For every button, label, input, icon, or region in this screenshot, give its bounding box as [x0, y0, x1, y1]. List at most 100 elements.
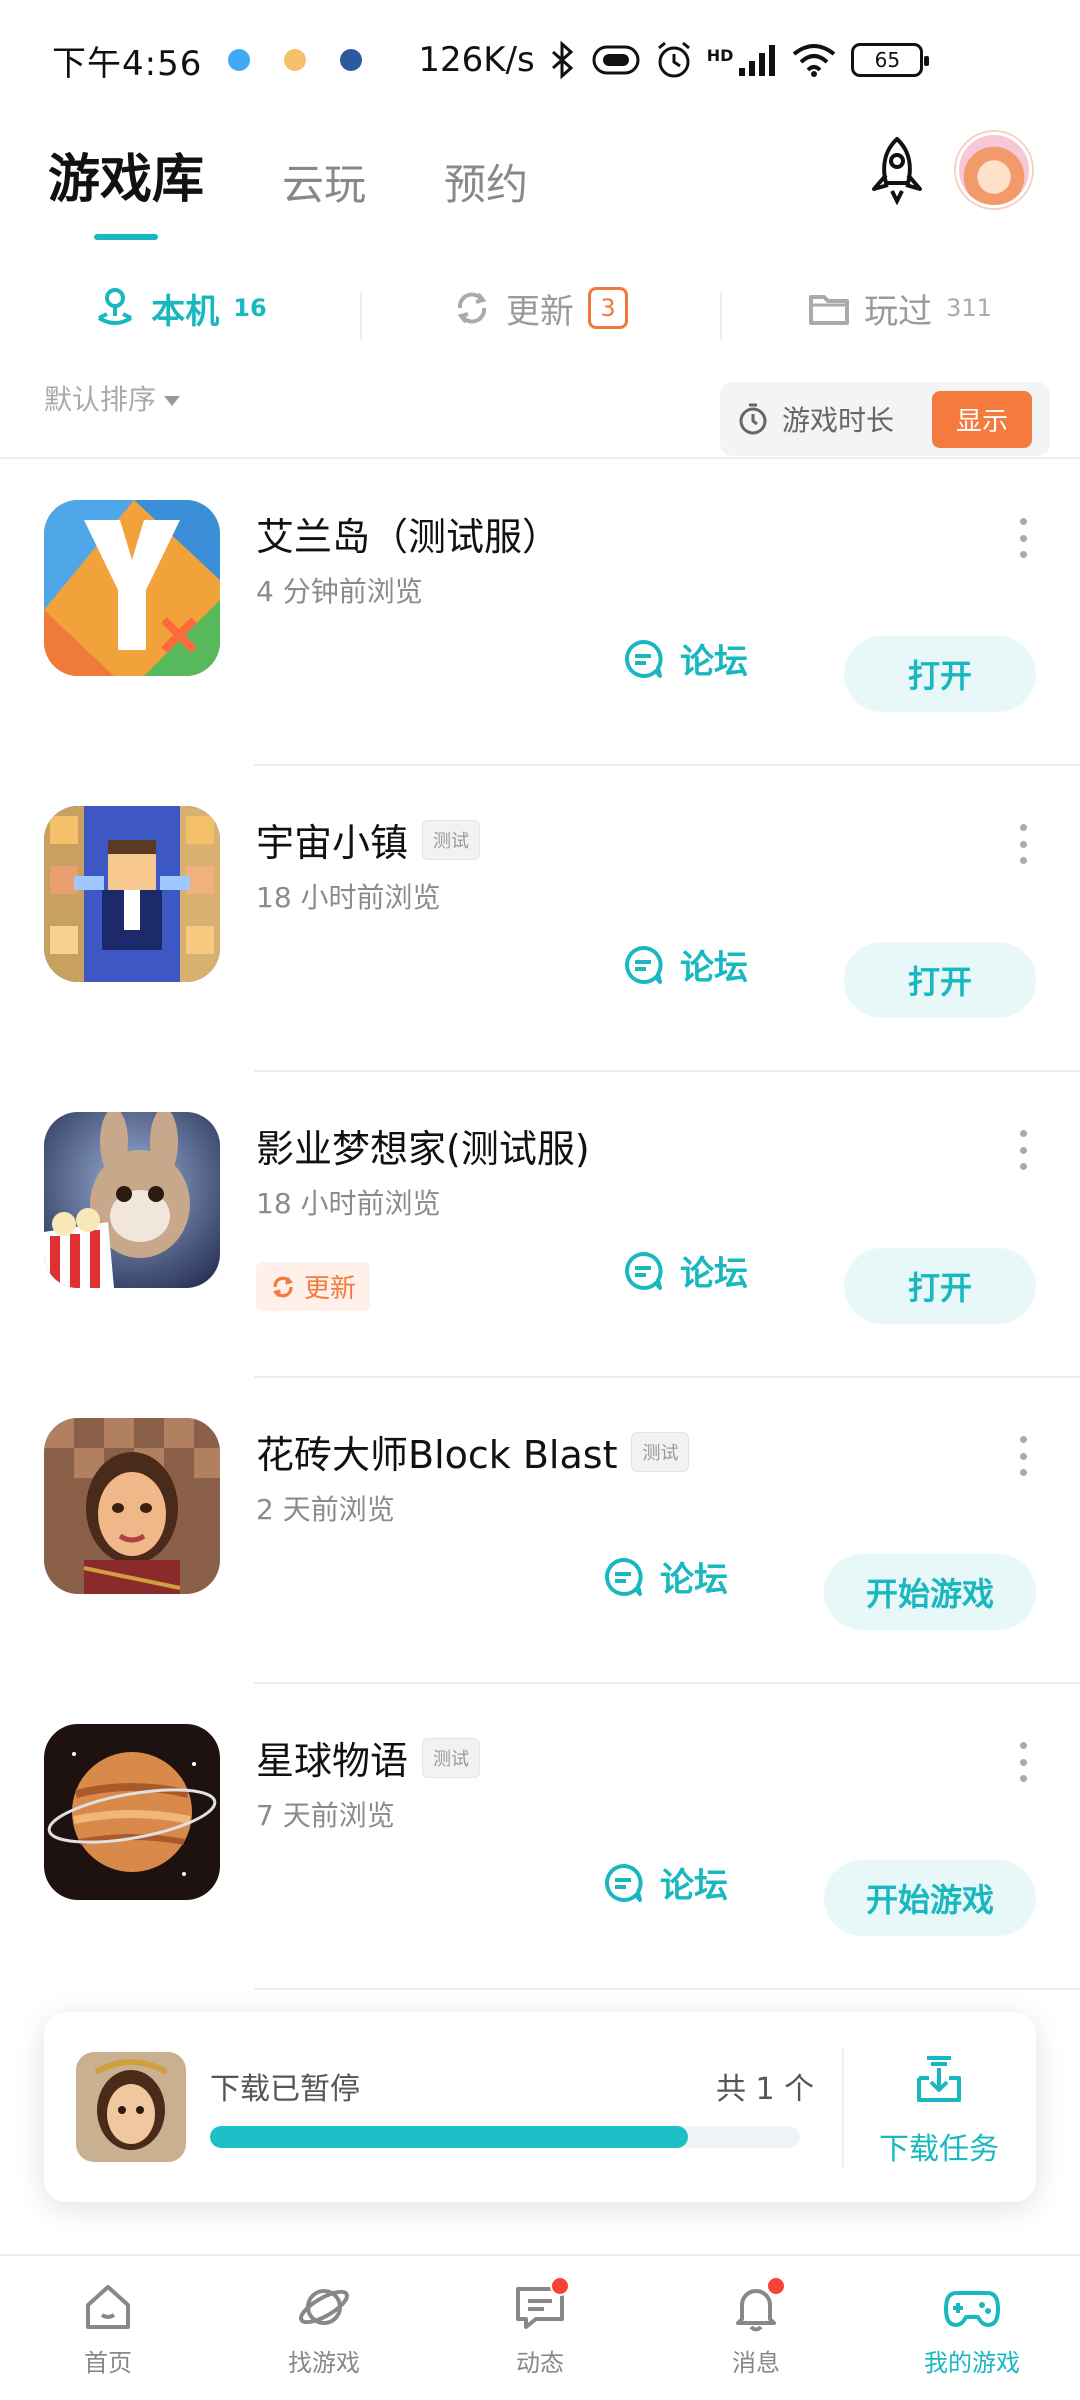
nav-find-games[interactable]: 找游戏 [216, 2256, 432, 2400]
test-tag: 测试 [422, 1737, 481, 1778]
forum-link[interactable]: 论坛 [622, 634, 748, 683]
tab-cloud-play[interactable]: 云玩 [282, 151, 366, 240]
tab-reservations[interactable]: 预约 [444, 151, 528, 240]
nav-feed[interactable]: 动态 [432, 2256, 648, 2400]
nav-find-games-label: 找游戏 [288, 2348, 360, 2377]
last-viewed: 2 天前浏览 [256, 1493, 395, 1526]
update-count-badge: 3 [588, 287, 628, 329]
forum-icon [605, 1863, 643, 1902]
game-title: 影业梦想家(测试服) [256, 1127, 590, 1171]
notification-dot [766, 2276, 786, 2296]
wifi-icon [793, 44, 836, 77]
download-tasks-label: 下载任务 [879, 2132, 999, 2167]
game-title: 宇宙小镇 [256, 821, 409, 865]
playtime-toggle: 游戏时长 显示 [720, 382, 1050, 456]
tab-local-label: 本机 [151, 291, 220, 332]
download-progress-fill [210, 2126, 688, 2148]
game-icon [44, 1724, 220, 1900]
tab-game-library[interactable]: 游戏库 [48, 137, 204, 240]
game-title: 艾兰岛（测试服） [256, 515, 561, 559]
download-panel[interactable]: 下载已暂停 共 1 个 下载任务 [44, 2012, 1036, 2202]
bottom-nav: 首页 找游戏 动态 消息 我的游戏 [0, 2254, 1080, 2400]
start-game-button[interactable]: 开始游戏 [824, 1860, 1036, 1936]
open-game-button[interactable]: 打开 [844, 636, 1036, 712]
game-row[interactable]: 影业梦想家(测试服) 18 小时前浏览 更新 论坛 打开 [0, 1072, 1080, 1378]
nav-feed-label: 动态 [516, 2348, 564, 2377]
forum-label: 论坛 [660, 1560, 728, 1600]
planet-icon [299, 2288, 349, 2325]
forum-link[interactable]: 论坛 [622, 1246, 748, 1295]
last-viewed: 4 分钟前浏览 [256, 575, 423, 608]
more-options-icon[interactable] [1018, 824, 1028, 864]
sort-label: 默认排序 [44, 383, 157, 416]
nav-messages[interactable]: 消息 [648, 2256, 864, 2400]
more-options-icon[interactable] [1018, 1742, 1028, 1782]
divider [0, 457, 1080, 459]
refresh-icon [273, 1276, 293, 1297]
tab-local-count: 16 [233, 294, 267, 322]
forum-icon [625, 639, 663, 678]
notification-dot [550, 2276, 570, 2296]
tab-played-count: 311 [946, 294, 992, 322]
download-tasks-button[interactable]: 下载任务 [864, 2048, 1014, 2168]
alarm-icon [657, 41, 690, 78]
download-game-icon [76, 2052, 186, 2162]
forum-icon [625, 945, 663, 984]
update-available-tag[interactable]: 更新 [256, 1262, 371, 1311]
last-viewed: 18 小时前浏览 [256, 1187, 441, 1220]
forum-link[interactable]: 论坛 [602, 1858, 728, 1907]
test-tag: 测试 [422, 819, 481, 860]
nav-home-label: 首页 [84, 2348, 132, 2377]
start-game-button[interactable]: 开始游戏 [824, 1554, 1036, 1630]
open-game-button[interactable]: 打开 [844, 1248, 1036, 1324]
tab-updates[interactable]: 更新 3 [360, 284, 720, 340]
vibrate-icon [592, 45, 640, 75]
game-row[interactable]: 宇宙小镇 测试 18 小时前浏览 论坛 打开 [0, 766, 1080, 1072]
test-tag: 测试 [631, 1431, 690, 1472]
tab-local[interactable]: 本机 16 [0, 284, 360, 333]
nav-home[interactable]: 首页 [0, 2256, 216, 2400]
more-options-icon[interactable] [1018, 518, 1028, 558]
forum-icon [625, 1251, 663, 1290]
nav-messages-label: 消息 [732, 2348, 780, 2377]
game-title: 花砖大师Block Blast [256, 1433, 618, 1477]
forum-link[interactable]: 论坛 [622, 940, 748, 989]
sort-dropdown[interactable]: 默认排序 [44, 378, 181, 418]
app-notification-icon [340, 49, 363, 71]
last-viewed: 18 小时前浏览 [256, 881, 441, 914]
update-label: 更新 [304, 1274, 357, 1304]
status-bar: 下午4:56 126K/s HD 65 [0, 0, 1080, 120]
user-avatar[interactable] [956, 132, 1032, 208]
game-row[interactable]: 花砖大师Block Blast 测试 2 天前浏览 论坛 开始游戏 [0, 1378, 1080, 1684]
nav-my-games[interactable]: 我的游戏 [864, 2256, 1080, 2400]
forum-link[interactable]: 论坛 [602, 1552, 728, 1601]
tab-played[interactable]: 玩过 311 [720, 284, 1080, 340]
download-progress-bar [210, 2126, 800, 2148]
open-game-button[interactable]: 打开 [844, 942, 1036, 1018]
game-row[interactable]: 星球物语 测试 7 天前浏览 论坛 开始游戏 [0, 1684, 1080, 1990]
joystick-icon [98, 288, 133, 325]
forum-icon [605, 1557, 643, 1596]
refresh-icon [457, 292, 487, 324]
game-row[interactable]: 艾兰岛（测试服） 4 分钟前浏览 论坛 打开 [0, 460, 1080, 766]
status-time: 下午4:56 [52, 43, 203, 84]
last-viewed: 7 天前浏览 [256, 1799, 395, 1832]
download-status: 下载已暂停 [210, 2072, 360, 2107]
show-playtime-button[interactable]: 显示 [931, 390, 1032, 448]
more-options-icon[interactable] [1018, 1130, 1028, 1170]
forum-label: 论坛 [660, 1866, 728, 1906]
nav-my-games-label: 我的游戏 [924, 2348, 1020, 2377]
game-title: 星球物语 [256, 1739, 409, 1783]
rocket-icon[interactable] [862, 135, 932, 205]
app-notification-icon [284, 49, 307, 71]
net-speed: 126K/s [418, 40, 535, 80]
game-icon [44, 500, 220, 676]
caret-down-icon [164, 396, 181, 406]
divider [842, 2048, 844, 2168]
home-icon [86, 2284, 130, 2329]
forum-label: 论坛 [680, 948, 748, 988]
divider [254, 1988, 1080, 1990]
game-icon [44, 1112, 220, 1288]
game-icon [44, 806, 220, 982]
more-options-icon[interactable] [1018, 1436, 1028, 1476]
